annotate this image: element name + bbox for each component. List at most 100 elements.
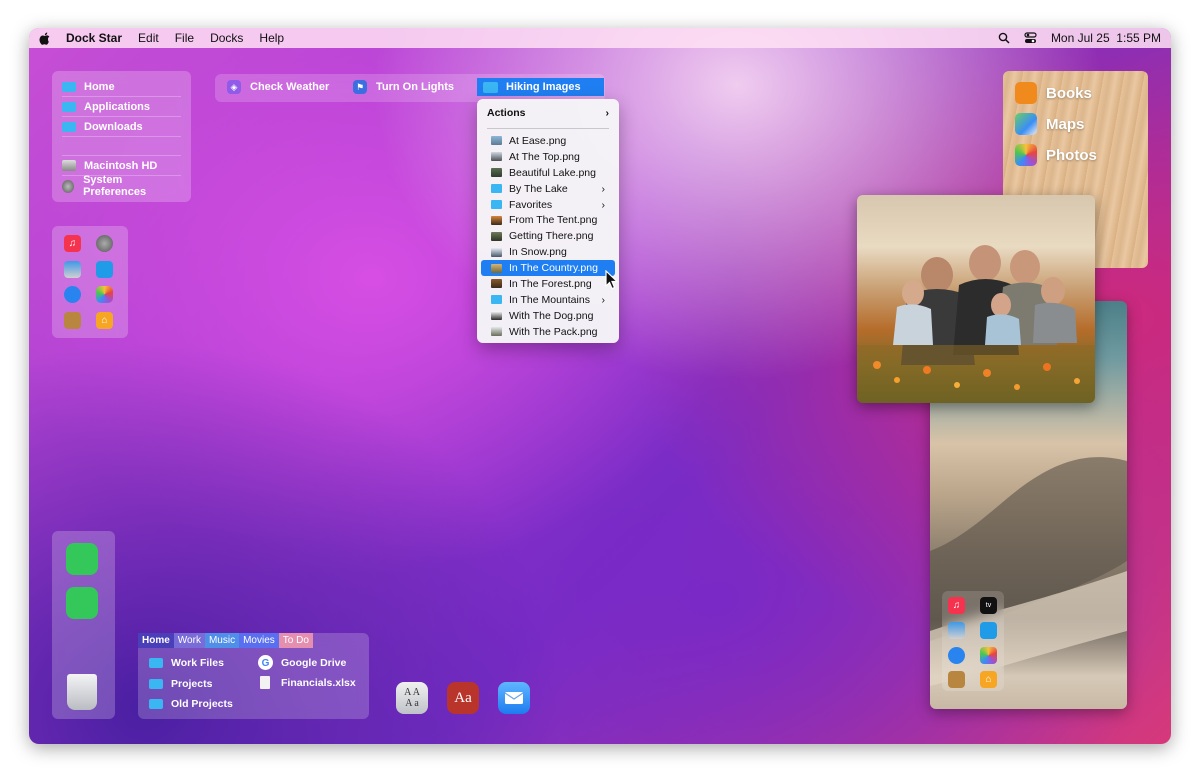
safari-app-icon[interactable] bbox=[64, 286, 81, 303]
hiking-images-button[interactable]: Hiking Images bbox=[477, 78, 604, 96]
tab-music[interactable]: Music bbox=[204, 633, 240, 648]
work-files-item[interactable]: Work Files bbox=[149, 657, 224, 669]
preview-app-icon[interactable] bbox=[948, 622, 965, 639]
shortcut-macintosh-hd[interactable]: Macintosh HD bbox=[62, 156, 181, 176]
trash-icon[interactable] bbox=[67, 674, 97, 710]
font-book-app-icon[interactable]: A A A a bbox=[396, 682, 428, 714]
shortcut-label: System Preferences bbox=[83, 174, 147, 198]
menu-item[interactable]: By The Lake › bbox=[481, 181, 615, 197]
menu-edit[interactable]: Edit bbox=[138, 31, 159, 45]
action-label: Hiking Images bbox=[506, 81, 581, 93]
google-icon: G bbox=[258, 655, 273, 670]
shortcut-applications[interactable]: Applications bbox=[62, 97, 181, 117]
divider bbox=[62, 137, 181, 156]
contacts-app-icon[interactable] bbox=[948, 671, 965, 688]
shortcut-label: Downloads bbox=[84, 120, 143, 133]
shortcut-downloads[interactable]: Downloads bbox=[62, 117, 181, 137]
menu-item-label: With The Dog.png bbox=[509, 309, 594, 322]
photos-app-icon[interactable] bbox=[980, 647, 997, 664]
apple-logo-icon[interactable] bbox=[39, 32, 50, 45]
menu-item-label: In Snow.png bbox=[509, 246, 567, 259]
tab-work[interactable]: Work bbox=[173, 633, 205, 648]
menu-item[interactable]: At The Top.png bbox=[481, 149, 615, 165]
xcode-app-icon[interactable] bbox=[980, 622, 997, 639]
menu-item[interactable]: With The Pack.png bbox=[481, 324, 615, 340]
apple-tv-app-icon[interactable]: tv bbox=[980, 597, 997, 614]
menu-item-selected[interactable]: In The Country.png bbox=[481, 260, 615, 277]
dictionary-app-icon[interactable]: Aa bbox=[447, 682, 479, 714]
menu-item-label: In The Country.png bbox=[509, 262, 598, 275]
check-weather-button[interactable]: ◈ Check Weather bbox=[227, 80, 329, 94]
chevron-right-icon: › bbox=[605, 107, 610, 119]
menu-help[interactable]: Help bbox=[259, 31, 284, 45]
family-photo-widget[interactable] bbox=[857, 195, 1095, 403]
tab-movies[interactable]: Movies bbox=[239, 633, 279, 648]
menu-docks[interactable]: Docks bbox=[210, 31, 243, 45]
home-app-icon[interactable]: ⌂ bbox=[96, 312, 113, 329]
tab-bar: Home Work Music Movies To Do bbox=[138, 633, 313, 648]
photos-app[interactable]: Photos bbox=[1015, 144, 1097, 166]
item-label: Projects bbox=[171, 678, 213, 690]
menu-item[interactable]: Favorites › bbox=[481, 197, 615, 213]
contacts-app-icon[interactable] bbox=[64, 312, 81, 329]
home-app-icon[interactable]: ⌂ bbox=[980, 671, 997, 688]
search-icon[interactable] bbox=[998, 32, 1010, 44]
menu-item[interactable]: At Ease.png bbox=[481, 133, 615, 149]
menu-item[interactable]: In The Forest.png bbox=[481, 276, 615, 292]
facetime-app-icon[interactable] bbox=[66, 543, 98, 575]
financials-item[interactable]: Financials.xlsx bbox=[260, 676, 356, 689]
menu-file[interactable]: File bbox=[175, 31, 194, 45]
books-app[interactable]: Books bbox=[1015, 82, 1092, 104]
menu-header-label: Actions bbox=[487, 107, 526, 119]
folder-icon bbox=[62, 121, 76, 132]
tab-home[interactable]: Home bbox=[138, 633, 174, 648]
item-label: Financials.xlsx bbox=[281, 676, 356, 689]
chevron-right-icon: › bbox=[601, 198, 606, 211]
photos-app-icon[interactable] bbox=[96, 286, 113, 303]
preview-app-icon[interactable] bbox=[64, 261, 81, 278]
menu-separator bbox=[487, 128, 609, 129]
menu-actions-header[interactable]: Actions › bbox=[477, 104, 619, 122]
shortcut-label: Home bbox=[84, 80, 115, 93]
menu-item[interactable]: Beautiful Lake.png bbox=[481, 165, 615, 181]
xcode-app-icon[interactable] bbox=[96, 261, 113, 278]
menu-item[interactable]: Getting There.png bbox=[481, 228, 615, 244]
shortcut-system-preferences[interactable]: System Preferences bbox=[62, 174, 181, 198]
menu-item[interactable]: In Snow.png bbox=[481, 244, 615, 260]
shortcut-home[interactable]: Home bbox=[62, 77, 181, 97]
safari-app-icon[interactable] bbox=[948, 647, 965, 664]
messages-app-icon[interactable] bbox=[66, 587, 98, 619]
clock[interactable]: Mon Jul 25 1:55 PM bbox=[1051, 31, 1161, 45]
tab-to-do[interactable]: To Do bbox=[278, 633, 313, 648]
document-icon bbox=[260, 676, 270, 689]
item-label: Work Files bbox=[171, 657, 224, 669]
family-field-image bbox=[857, 245, 1095, 403]
folder-icon bbox=[62, 101, 76, 112]
folder-icon bbox=[491, 200, 502, 209]
hiking-images-menu: Actions › At Ease.png At The Top.png Bea… bbox=[477, 99, 619, 343]
actions-bar: ◈ Check Weather ⚑ Turn On Lights Hiking … bbox=[215, 74, 605, 102]
music-app-icon[interactable]: ♫ bbox=[64, 235, 81, 252]
menu-item-label: At The Top.png bbox=[509, 150, 580, 163]
chevron-right-icon: › bbox=[601, 293, 606, 306]
music-app-icon[interactable]: ♫ bbox=[948, 597, 965, 614]
menu-app-name[interactable]: Dock Star bbox=[66, 31, 122, 45]
menu-item[interactable]: With The Dog.png bbox=[481, 308, 615, 324]
projects-item[interactable]: Projects bbox=[149, 678, 212, 690]
menu-item-label: With The Pack.png bbox=[509, 325, 598, 338]
books-icon bbox=[1015, 82, 1037, 104]
system-preferences-icon[interactable] bbox=[96, 235, 113, 252]
menu-item-label: Favorites bbox=[509, 198, 553, 211]
menu-item[interactable]: From The Tent.png bbox=[481, 212, 615, 228]
envelope-icon bbox=[504, 692, 524, 704]
control-center-icon[interactable] bbox=[1024, 32, 1037, 44]
menu-item[interactable]: In The Mountains › bbox=[481, 292, 615, 308]
old-projects-item[interactable]: Old Projects bbox=[149, 698, 233, 710]
mail-app-icon[interactable] bbox=[498, 682, 530, 714]
app-label: Maps bbox=[1046, 115, 1085, 133]
turn-on-lights-button[interactable]: ⚑ Turn On Lights bbox=[353, 80, 454, 94]
google-drive-item[interactable]: G Google Drive bbox=[258, 655, 346, 670]
dock-left bbox=[52, 531, 115, 719]
maps-app[interactable]: Maps bbox=[1015, 113, 1084, 135]
item-label: Google Drive bbox=[281, 656, 347, 669]
